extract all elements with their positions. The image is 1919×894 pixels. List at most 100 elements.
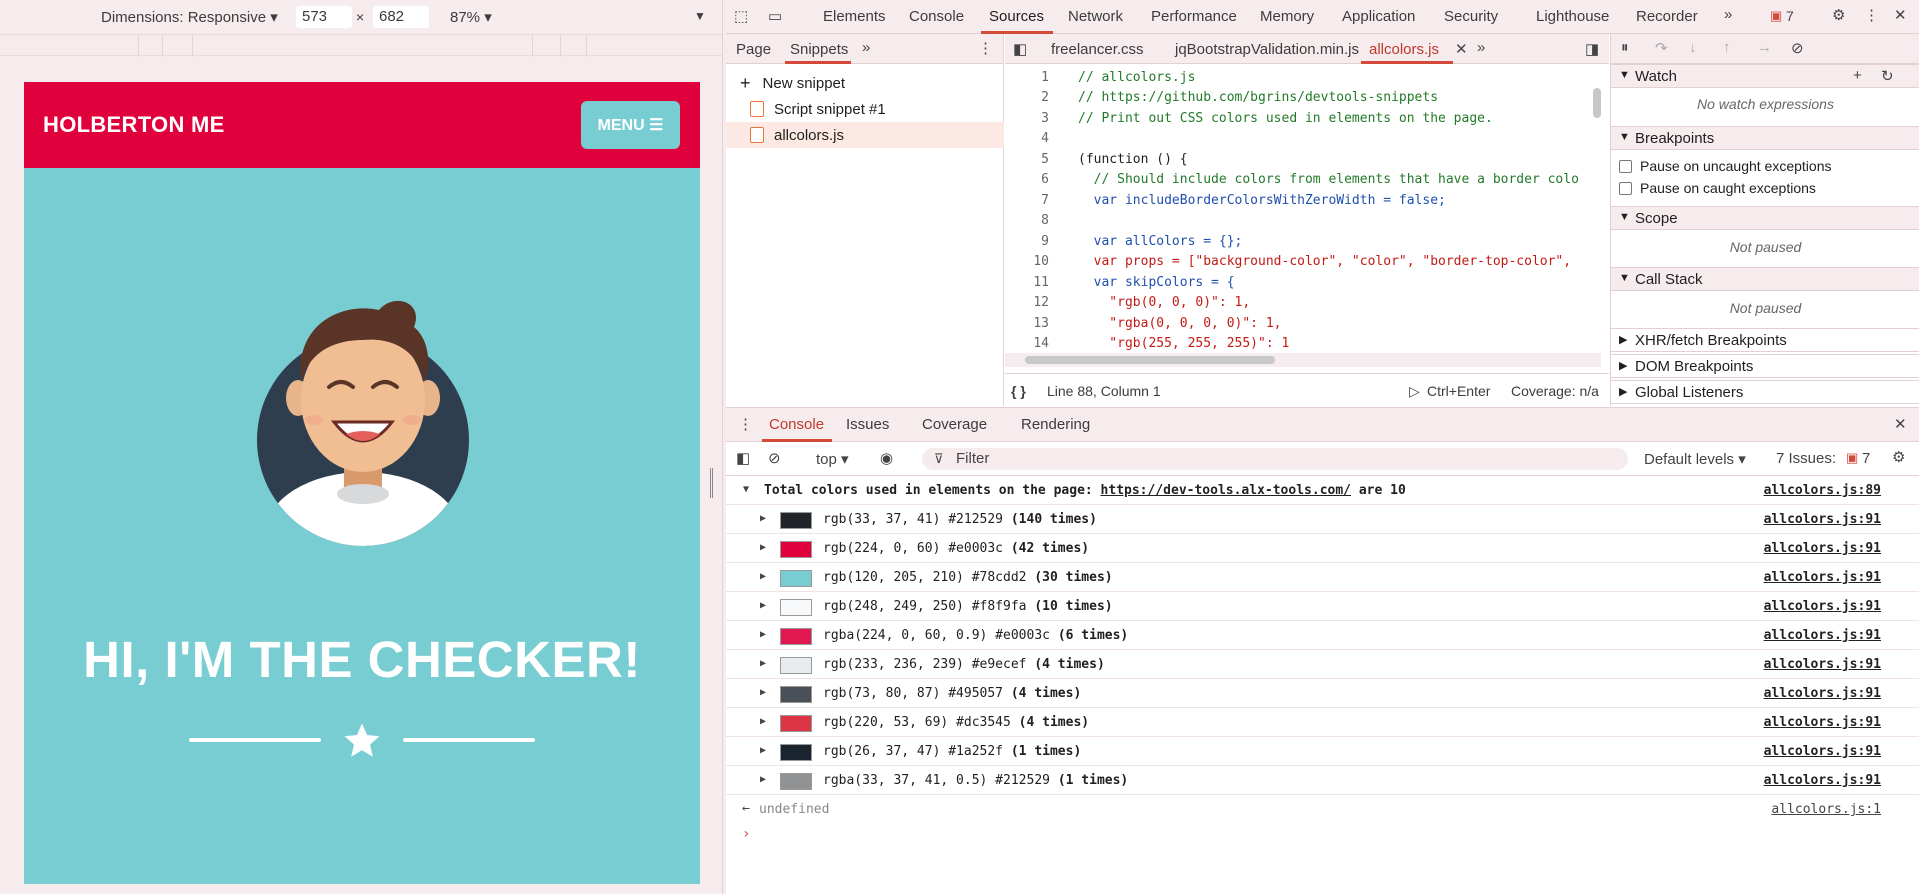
- source-link[interactable]: allcolors.js:91: [1764, 512, 1881, 527]
- add-watch-icon[interactable]: +: [1853, 67, 1862, 84]
- source-link[interactable]: allcolors.js:91: [1764, 657, 1881, 672]
- editor-vertical-scrollbar[interactable]: [1591, 70, 1603, 354]
- console-sidebar-icon[interactable]: ◧: [736, 449, 750, 467]
- expand-caret-icon[interactable]: ▶: [760, 600, 766, 611]
- source-link[interactable]: allcolors.js:91: [1764, 715, 1881, 730]
- expand-caret-icon[interactable]: ▶: [760, 542, 766, 553]
- expand-caret-icon[interactable]: ▶: [760, 571, 766, 582]
- snippet-file-selected[interactable]: allcolors.js: [726, 122, 1004, 148]
- pause-icon[interactable]: ⏸: [1621, 39, 1629, 56]
- tab-snippets[interactable]: Snippets: [790, 41, 848, 58]
- watch-section[interactable]: ▼ Watch + ↻: [1611, 64, 1919, 88]
- expand-caret-icon[interactable]: ▶: [760, 513, 766, 524]
- source-link[interactable]: allcolors.js:91: [1764, 570, 1881, 585]
- tab-recorder[interactable]: Recorder: [1636, 8, 1698, 25]
- issues-badge-count[interactable]: 7: [1786, 8, 1794, 24]
- step-icon[interactable]: →: [1757, 39, 1772, 56]
- source-link[interactable]: allcolors.js:1: [1771, 802, 1881, 817]
- console-settings-icon[interactable]: ⚙: [1892, 448, 1905, 466]
- log-levels-dropdown[interactable]: Default levels ▾: [1644, 450, 1746, 468]
- console-color-row[interactable]: ▶ rgb(224, 0, 60) #e0003c (42 times) allco…: [726, 534, 1919, 563]
- global-listeners-section[interactable]: ▶ Global Listeners: [1611, 380, 1919, 404]
- dom-breakpoints-section[interactable]: ▶ DOM Breakpoints: [1611, 354, 1919, 378]
- toggle-debugger-icon[interactable]: ◨: [1585, 40, 1599, 58]
- issues-counter[interactable]: 7 Issues:: [1776, 450, 1836, 467]
- drawer-tab-coverage[interactable]: Coverage: [922, 416, 987, 433]
- console-prompt[interactable]: ›: [726, 821, 1919, 850]
- source-link[interactable]: allcolors.js:91: [1764, 541, 1881, 556]
- source-link[interactable]: allcolors.js:91: [1764, 628, 1881, 643]
- customize-menu-icon[interactable]: ⋮: [1864, 6, 1879, 24]
- expand-caret-icon[interactable]: ▶: [760, 629, 766, 640]
- tab-console[interactable]: Console: [909, 8, 964, 25]
- issues-badge-icon[interactable]: ▣: [1770, 8, 1782, 24]
- source-link[interactable]: allcolors.js:91: [1764, 744, 1881, 759]
- splitter-grip[interactable]: [710, 468, 713, 498]
- console-color-row[interactable]: ▶ rgba(224, 0, 60, 0.9) #e0003c (6 times)…: [726, 621, 1919, 650]
- tab-security[interactable]: Security: [1444, 8, 1498, 25]
- close-drawer-icon[interactable]: ✕: [1894, 415, 1907, 433]
- source-link[interactable]: allcolors.js:91: [1764, 599, 1881, 614]
- console-color-row[interactable]: ▶ rgb(120, 205, 210) #78cdd2 (30 times) al…: [726, 563, 1919, 592]
- console-color-row[interactable]: ▶ rgba(33, 37, 41, 0.5) #212529 (1 times)…: [726, 766, 1919, 795]
- editor-horizontal-scrollbar[interactable]: [1005, 353, 1601, 367]
- new-snippet-button[interactable]: + New snippet: [726, 70, 1004, 96]
- file-tab-jqbootstrap[interactable]: jqBootstrapValidation.min.js: [1175, 41, 1359, 58]
- drawer-tab-console[interactable]: Console: [769, 416, 824, 433]
- step-into-icon[interactable]: ↓: [1689, 39, 1697, 56]
- deactivate-breakpoints-icon[interactable]: ⊘: [1791, 39, 1804, 57]
- console-color-row[interactable]: ▶ rgb(26, 37, 47) #1a252f (1 times) allcol…: [726, 737, 1919, 766]
- expand-caret-icon[interactable]: ▶: [760, 716, 766, 727]
- tab-elements[interactable]: Elements: [823, 8, 886, 25]
- expand-caret-icon[interactable]: ▼: [743, 484, 749, 495]
- run-snippet-icon[interactable]: ▷: [1409, 383, 1420, 400]
- dimensions-dropdown[interactable]: Dimensions: Responsive ▾: [101, 8, 278, 26]
- tab-sources[interactable]: Sources: [989, 8, 1044, 25]
- console-color-row[interactable]: ▶ rgb(233, 236, 239) #e9ecef (4 times) all…: [726, 650, 1919, 679]
- breakpoints-section[interactable]: ▼ Breakpoints: [1611, 126, 1919, 150]
- toggle-navigator-icon[interactable]: ◧: [1013, 40, 1027, 58]
- source-link[interactable]: allcolors.js:89: [1764, 483, 1881, 498]
- close-tab-icon[interactable]: ✕: [1455, 40, 1468, 58]
- drawer-tab-issues[interactable]: Issues: [846, 416, 889, 433]
- xhr-breakpoints-section[interactable]: ▶ XHR/fetch Breakpoints: [1611, 328, 1919, 352]
- step-over-icon[interactable]: ↷: [1655, 39, 1668, 57]
- file-tab-allcolors[interactable]: allcolors.js: [1369, 41, 1439, 58]
- refresh-icon[interactable]: ↻: [1881, 67, 1894, 85]
- tab-page[interactable]: Page: [736, 41, 771, 58]
- tab-lighthouse[interactable]: Lighthouse: [1536, 8, 1609, 25]
- console-group-header[interactable]: ▼ Total colors used in elements on the p…: [726, 476, 1919, 505]
- site-brand[interactable]: HOLBERTON ME: [43, 112, 225, 138]
- tab-performance[interactable]: Performance: [1151, 8, 1237, 25]
- page-url-link[interactable]: https://dev-tools.alx-tools.com/: [1101, 483, 1351, 498]
- menu-button[interactable]: MENU ☰: [581, 101, 680, 149]
- pause-caught-checkbox[interactable]: Pause on caught exceptions: [1619, 180, 1816, 196]
- inspect-element-icon[interactable]: ⬚: [734, 7, 748, 25]
- source-link[interactable]: allcolors.js:91: [1764, 686, 1881, 701]
- file-tab-freelancer[interactable]: freelancer.css: [1051, 41, 1144, 58]
- console-color-row[interactable]: ▶ rgb(33, 37, 41) #212529 (140 times) allc…: [726, 505, 1919, 534]
- expand-caret-icon[interactable]: ▶: [760, 687, 766, 698]
- scope-section[interactable]: ▼ Scope: [1611, 206, 1919, 230]
- expand-caret-icon[interactable]: ▶: [760, 658, 766, 669]
- more-tabs-icon[interactable]: »: [1724, 6, 1732, 23]
- console-filter-input[interactable]: ⊽ Filter: [922, 448, 1628, 470]
- pretty-print-icon[interactable]: { }: [1011, 383, 1026, 399]
- snippet-file[interactable]: Script snippet #1: [726, 96, 1004, 122]
- context-selector[interactable]: top ▾: [816, 450, 849, 468]
- drawer-tab-rendering[interactable]: Rendering: [1021, 416, 1090, 433]
- height-input[interactable]: 682: [373, 6, 429, 28]
- console-color-row[interactable]: ▶ rgb(220, 53, 69) #dc3545 (4 times) allco…: [726, 708, 1919, 737]
- settings-gear-icon[interactable]: ⚙: [1832, 6, 1845, 24]
- console-color-row[interactable]: ▶ rgb(248, 249, 250) #f8f9fa (10 times) al…: [726, 592, 1919, 621]
- close-devtools-icon[interactable]: ✕: [1894, 6, 1907, 24]
- navigator-menu-icon[interactable]: ⋮: [978, 39, 993, 57]
- clear-console-icon[interactable]: ⊘: [768, 449, 781, 467]
- drawer-menu-icon[interactable]: ⋮: [738, 415, 753, 433]
- code-lines[interactable]: 1// allcolors.js 2// https://github.com/…: [1005, 70, 1601, 354]
- expand-caret-icon[interactable]: ▶: [760, 774, 766, 785]
- tab-memory[interactable]: Memory: [1260, 8, 1314, 25]
- more-files-icon[interactable]: »: [1477, 39, 1485, 56]
- step-out-icon[interactable]: ↑: [1723, 39, 1731, 56]
- more-navigator-icon[interactable]: »: [862, 39, 870, 56]
